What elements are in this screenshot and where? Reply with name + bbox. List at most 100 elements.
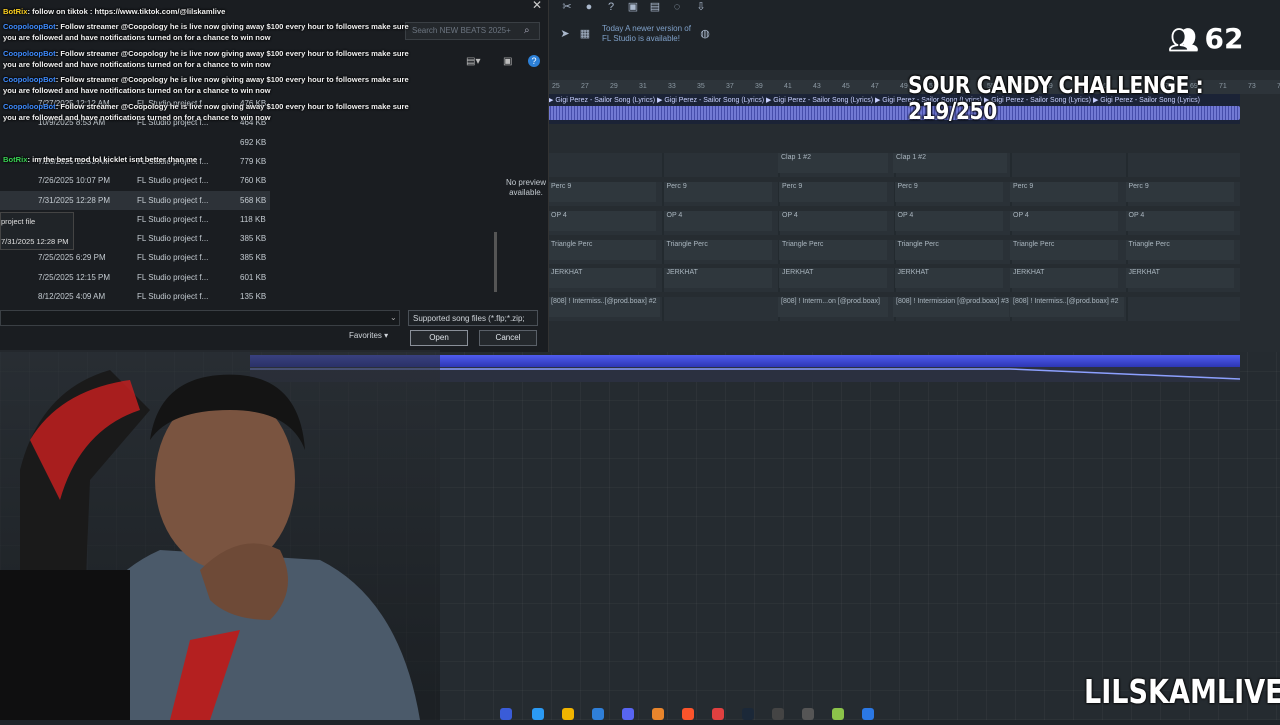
app-icon-2[interactable] xyxy=(772,708,784,720)
clip-op-4[interactable]: OP 4 xyxy=(894,211,1003,231)
clip-perc-4[interactable]: Perc 9 xyxy=(894,182,1003,202)
folder-icon[interactable] xyxy=(562,708,574,720)
clip-triangle-3[interactable]: Triangle Perc xyxy=(779,240,887,260)
file-size: 760 KB xyxy=(240,176,267,186)
clip-perc-1[interactable]: Perc 9 xyxy=(548,182,656,202)
file-size: 135 KB xyxy=(240,292,267,301)
file-size: 692 KB xyxy=(240,137,267,147)
favorites-dropdown[interactable]: Favorites ▾ xyxy=(349,331,388,340)
lane-808[interactable]: [808] ! Intermiss..[@prod.boax] #2 [808]… xyxy=(548,297,1240,321)
chat-username: CoopoloopBot xyxy=(3,49,56,58)
file-type: FL Studio project f... xyxy=(137,272,209,282)
preview-pane-icon[interactable]: ▣ xyxy=(503,56,512,67)
chat-text: : Follow streamer @Coopology he is live … xyxy=(3,49,409,69)
plugin-icon[interactable]: ➤ xyxy=(558,27,572,41)
file-type-select[interactable]: Supported song files (*.flp;*.zip; xyxy=(408,310,538,326)
clip-perc-2[interactable]: Perc 9 xyxy=(663,182,772,202)
clip-triangle-6[interactable]: Triangle Perc xyxy=(1125,240,1234,260)
export-icon[interactable]: ▤ xyxy=(648,0,662,14)
update-notice[interactable]: Today A newer version of FL Studio is av… xyxy=(602,24,691,44)
update-notice-line1: Today A newer version of xyxy=(602,24,691,33)
file-row[interactable]: 692 KB xyxy=(0,133,270,152)
clip-jerkhat-1[interactable]: JERKHAT xyxy=(548,268,656,288)
file-type: FL Studio project f... xyxy=(137,195,209,205)
ruler-tick: 45 xyxy=(842,83,850,90)
clip-triangle-2[interactable]: Triangle Perc xyxy=(663,240,772,260)
search-icon[interactable]: ⌕ xyxy=(524,25,530,36)
chat-message: CoopoloopBot: Follow streamer @Coopology… xyxy=(3,101,423,123)
download-icon[interactable]: ⇩ xyxy=(694,0,708,14)
view-options-icon[interactable]: ▤▾ xyxy=(466,56,480,67)
clip-perc-6[interactable]: Perc 9 xyxy=(1125,182,1234,202)
clip-jerkhat-3[interactable]: JERKHAT xyxy=(779,268,887,288)
scrollbar[interactable] xyxy=(494,232,497,292)
clip-triangle-5[interactable]: Triangle Perc xyxy=(1010,240,1118,260)
lane-triangle[interactable]: Triangle Perc Triangle Perc Triangle Perc T… xyxy=(548,240,1240,264)
file-row[interactable]: 7/25/2025 6:29 PM FL Studio project f... 3… xyxy=(0,248,270,267)
brave-icon[interactable] xyxy=(682,708,694,720)
tooltip: project file 7/31/2025 12:28 PM xyxy=(0,212,74,250)
fl-studio-icon[interactable] xyxy=(652,708,664,720)
clip-perc-3[interactable]: Perc 9 xyxy=(779,182,887,202)
lane-op[interactable]: OP 4 OP 4 OP 4 OP 4 OP 4 OP 4 xyxy=(548,211,1240,235)
clip-perc-5[interactable]: Perc 9 xyxy=(1010,182,1118,202)
file-size: 385 KB xyxy=(240,253,267,263)
chat-message: CoopoloopBot: Follow streamer @Coopology… xyxy=(3,48,423,70)
mic-icon[interactable]: ● xyxy=(582,0,596,14)
cart-icon[interactable]: ▦ xyxy=(578,27,592,41)
open-button[interactable]: Open xyxy=(410,330,468,346)
clip-op-1[interactable]: OP 4 xyxy=(548,211,656,231)
channel-watermark: LILSKAMLIVE xyxy=(1084,672,1280,711)
notepad-icon[interactable] xyxy=(862,708,874,720)
clip-jerkhat-4[interactable]: JERKHAT xyxy=(894,268,1003,288)
app-icon-3[interactable] xyxy=(832,708,844,720)
streamer-silhouette xyxy=(0,350,440,720)
edge-icon[interactable] xyxy=(532,708,544,720)
update-notice-line2: FL Studio is available! xyxy=(602,34,680,43)
lane-clap[interactable]: Clap 1 #2 Clap 1 #2 xyxy=(548,153,1240,177)
clip-808-4[interactable]: [808] ! Intermiss..[@prod.boax] #2 xyxy=(1010,297,1124,317)
clip-triangle-1[interactable]: Triangle Perc xyxy=(548,240,656,260)
clip-808-2[interactable]: [808] ! Interm...on [@prod.boax] xyxy=(778,297,888,317)
4k-icon[interactable] xyxy=(802,708,814,720)
clip-jerkhat-5[interactable]: JERKHAT xyxy=(1010,268,1118,288)
clip-clap-2[interactable]: Clap 1 #2 xyxy=(893,153,1007,173)
taskbar xyxy=(470,704,890,720)
clip-op-5[interactable]: OP 4 xyxy=(1010,211,1118,231)
lane-jerkhat[interactable]: JERKHAT JERKHAT JERKHAT JERKHAT JERKHAT JERKH… xyxy=(548,268,1240,292)
cancel-button[interactable]: Cancel xyxy=(479,330,537,346)
file-row[interactable]: 7/26/2025 10:07 PM FL Studio project f...… xyxy=(0,171,270,190)
lane-perc[interactable]: Perc 9 Perc 9 Perc 9 Perc 9 Perc 9 Perc 9 xyxy=(548,182,1240,206)
clip-triangle-4[interactable]: Triangle Perc xyxy=(894,240,1003,260)
clip-808-1[interactable]: [808] ! Intermiss..[@prod.boax] #2 xyxy=(548,297,660,317)
steam-icon[interactable] xyxy=(742,708,754,720)
file-row[interactable]: 8/12/2025 4:09 AM FL Studio project f... 1… xyxy=(0,287,270,306)
close-icon[interactable]: ✕ xyxy=(532,0,542,12)
file-row[interactable]: 7/25/2025 12:15 PM FL Studio project f...… xyxy=(0,268,270,287)
obs-icon[interactable] xyxy=(712,708,724,720)
file-row[interactable]: 7/31/2025 12:28 PM FL Studio project f...… xyxy=(0,190,270,210)
clip-op-3[interactable]: OP 4 xyxy=(779,211,887,231)
file-date: 7/31/2025 12:28 PM xyxy=(38,195,111,205)
clip-clap-1[interactable]: Clap 1 #2 xyxy=(778,153,888,173)
chevron-down-icon[interactable]: ⌄ xyxy=(390,313,397,322)
discord-icon[interactable] xyxy=(622,708,634,720)
save-icon[interactable]: ▣ xyxy=(626,0,640,14)
app-icon[interactable] xyxy=(500,708,512,720)
store-icon[interactable] xyxy=(592,708,604,720)
clip-jerkhat-6[interactable]: JERKHAT xyxy=(1125,268,1234,288)
clip-op-2[interactable]: OP 4 xyxy=(663,211,772,231)
comment-icon[interactable]: ◌ xyxy=(670,0,684,14)
cut-icon[interactable]: ✂ xyxy=(560,0,574,14)
chat-message: BotRix: im the best mod lol kicklet isnt… xyxy=(3,154,423,165)
file-type: FL Studio project f... xyxy=(137,176,209,186)
help-icon[interactable]: ? xyxy=(528,55,540,67)
clip-808-3[interactable]: [808] ! Intermission [@prod.boax] #3 xyxy=(893,297,1009,317)
file-name-field[interactable] xyxy=(0,310,400,326)
help-icon[interactable]: ? xyxy=(604,0,618,14)
globe-icon[interactable]: ◍ xyxy=(698,27,712,41)
clip-jerkhat-2[interactable]: JERKHAT xyxy=(663,268,772,288)
tooltip-date: 7/31/2025 12:28 PM xyxy=(1,237,69,246)
search-input[interactable]: Search NEW BEATS 2025+ xyxy=(405,22,540,40)
clip-op-6[interactable]: OP 4 xyxy=(1125,211,1234,231)
